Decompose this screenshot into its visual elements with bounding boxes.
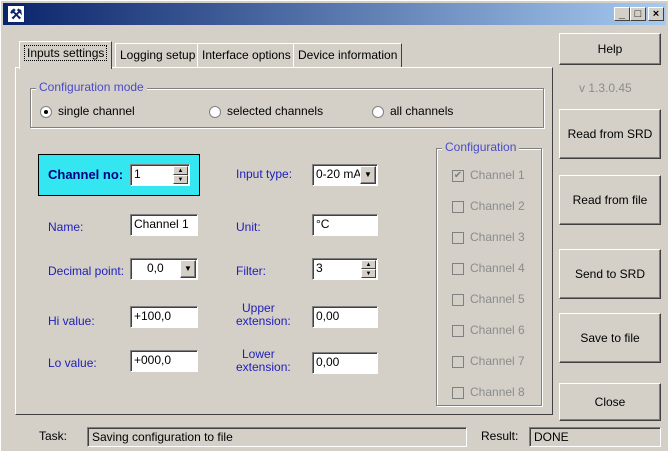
radio-label-single-channel[interactable]: single channel: [58, 104, 135, 118]
radio-label-all-channels[interactable]: all channels: [390, 104, 453, 118]
channel-8-checkbox[interactable]: [452, 387, 464, 399]
channel-5-checkbox[interactable]: [452, 294, 464, 306]
lower-extension-field[interactable]: 0,00: [312, 352, 378, 374]
minimize-button[interactable]: _: [614, 7, 630, 21]
radio-selected-channels[interactable]: [209, 106, 221, 118]
read-from-file-button[interactable]: Read from file: [559, 175, 661, 225]
channel-no-spinner[interactable]: 1 ▲ ▼: [130, 164, 190, 186]
task-label: Task:: [39, 429, 68, 443]
hi-value-value: +100,0: [134, 309, 172, 323]
upper-extension-field[interactable]: 0,00: [312, 306, 378, 328]
lower-extension-label: Lower extension:: [236, 348, 291, 374]
unit-label: Unit:: [236, 220, 261, 234]
spin-up-icon[interactable]: ▲: [173, 166, 188, 175]
result-value: DONE: [534, 430, 569, 444]
tab-label: Inputs settings: [24, 45, 108, 61]
filter-label: Filter:: [236, 264, 266, 278]
version-label: v 1.3.0.45: [579, 81, 632, 95]
tab-inputs-settings[interactable]: Inputs settings: [19, 41, 113, 69]
tab-label: Interface options: [202, 48, 291, 62]
tab-label: Logging setup: [120, 48, 196, 62]
result-label: Result:: [481, 429, 519, 443]
name-value: Channel 1: [134, 217, 189, 231]
decimal-point-value: 0,0: [147, 261, 164, 275]
maximize-button[interactable]: □: [630, 7, 646, 21]
filter-spin-buttons[interactable]: ▲ ▼: [361, 260, 376, 278]
save-to-file-button[interactable]: Save to file: [559, 313, 661, 363]
hi-value-field[interactable]: +100,0: [130, 306, 198, 328]
input-type-value: 0-20 mA: [316, 167, 362, 181]
channel-no-spin-buttons[interactable]: ▲ ▼: [173, 166, 188, 184]
channel-6-label: Channel 6: [470, 323, 525, 337]
input-type-dropdown[interactable]: 0-20 mA ▼: [312, 164, 378, 186]
filter-spinner[interactable]: 3 ▲ ▼: [312, 258, 378, 280]
channel-2-label: Channel 2: [470, 199, 525, 213]
task-status-field: Saving configuration to file: [87, 427, 467, 447]
title-bar[interactable]: ⚒ _ □ ×: [3, 3, 666, 25]
configuration-title: Configuration: [442, 140, 520, 154]
channel-1-checkbox[interactable]: ✔: [452, 170, 464, 182]
maximize-icon: □: [634, 8, 642, 20]
spin-down-icon[interactable]: ▼: [361, 269, 376, 278]
inputs-settings-page: Configuration mode single channel select…: [15, 67, 553, 415]
main-window: ⚒ _ □ × Inputs settings Logging setup In…: [0, 0, 669, 452]
close-button[interactable]: Close: [559, 383, 661, 421]
read-from-srd-button[interactable]: Read from SRD: [559, 109, 661, 159]
result-field: DONE: [529, 427, 661, 447]
spin-up-icon[interactable]: ▲: [361, 260, 376, 269]
lo-value-value: +000,0: [134, 353, 172, 367]
close-window-button[interactable]: ×: [648, 7, 664, 21]
name-label: Name:: [48, 220, 84, 234]
lower-extension-value: 0,00: [316, 355, 340, 369]
radio-single-channel[interactable]: [40, 106, 52, 118]
channel-2-checkbox[interactable]: [452, 201, 464, 213]
unit-field[interactable]: °C: [312, 214, 378, 236]
channel-7-label: Channel 7: [470, 354, 525, 368]
decimal-point-dropdown[interactable]: 0,0 ▼: [130, 258, 198, 280]
configuration-mode-title: Configuration mode: [36, 80, 147, 94]
tab-logging-setup[interactable]: Logging setup: [115, 43, 201, 67]
channel-4-checkbox[interactable]: [452, 263, 464, 275]
name-field[interactable]: Channel 1: [130, 214, 198, 236]
lo-value-field[interactable]: +000,0: [130, 350, 198, 372]
send-to-srd-button[interactable]: Send to SRD: [559, 249, 661, 299]
upper-extension-value: 0,00: [316, 309, 340, 323]
channel-no-value: 1: [134, 167, 141, 181]
upper-extension-label-line-2: extension:: [236, 314, 291, 328]
channel-1-label: Channel 1: [470, 168, 525, 182]
channel-8-label: Channel 8: [470, 385, 525, 399]
channel-6-checkbox[interactable]: [452, 325, 464, 337]
channel-3-label: Channel 3: [470, 230, 525, 244]
channel-7-checkbox[interactable]: [452, 356, 464, 368]
task-status-value: Saving configuration to file: [92, 430, 233, 444]
spin-down-icon[interactable]: ▼: [173, 175, 188, 184]
channel-3-checkbox[interactable]: [452, 232, 464, 244]
hi-value-label: Hi value:: [48, 314, 95, 328]
radio-label-selected-channels[interactable]: selected channels: [227, 104, 323, 118]
minimize-icon: _: [618, 8, 626, 20]
chevron-down-icon[interactable]: ▼: [180, 260, 196, 278]
upper-extension-label: Upper extension:: [236, 302, 291, 328]
tab-device-information[interactable]: Device information: [293, 43, 403, 67]
help-button[interactable]: Help: [559, 33, 661, 65]
radio-all-channels[interactable]: [372, 106, 384, 118]
tab-interface-options[interactable]: Interface options: [197, 43, 296, 67]
channel-no-label: Channel no:: [48, 167, 124, 182]
channel-4-label: Channel 4: [470, 261, 525, 275]
input-type-label: Input type:: [236, 167, 293, 181]
satellite-dish-icon[interactable]: ⚒: [7, 5, 25, 23]
channel-5-label: Channel 5: [470, 292, 525, 306]
close-icon: ×: [652, 8, 660, 20]
lo-value-label: Lo value:: [48, 356, 97, 370]
chevron-down-icon[interactable]: ▼: [360, 166, 376, 184]
unit-value: °C: [316, 217, 330, 231]
filter-value: 3: [316, 261, 323, 275]
decimal-point-label: Decimal point:: [48, 264, 125, 278]
tab-label: Device information: [298, 48, 398, 62]
lower-extension-label-line-2: extension:: [236, 360, 291, 374]
